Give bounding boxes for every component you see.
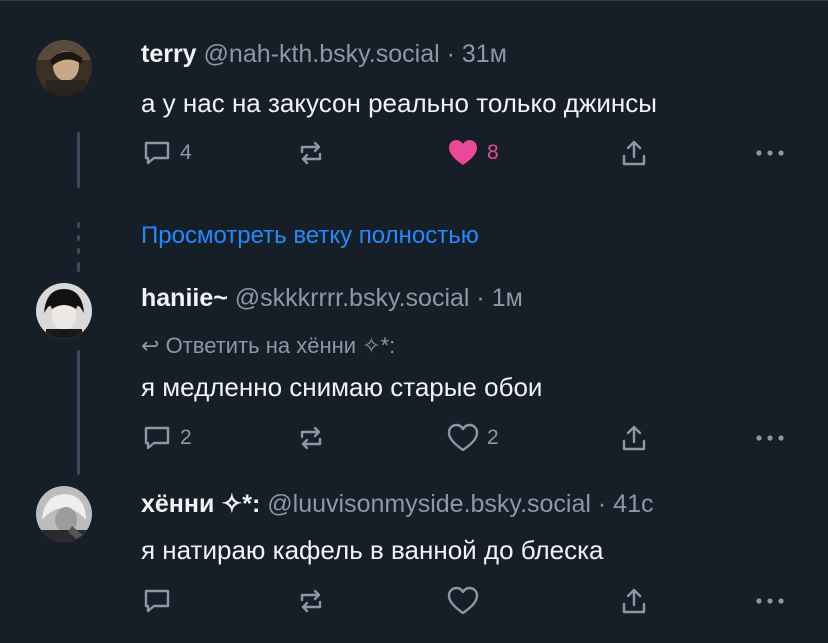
more-icon	[756, 598, 784, 604]
reply-icon	[144, 589, 170, 613]
like-button[interactable]	[447, 581, 479, 621]
like-icon	[447, 586, 479, 615]
share-icon	[622, 588, 646, 614]
reply-button[interactable]	[142, 581, 172, 621]
timestamp[interactable]: 41с	[613, 490, 653, 518]
author-name[interactable]: хённи ✧*:	[141, 490, 260, 518]
post-text: я натираю кафель в ванной до блеска	[141, 535, 604, 565]
repost-button[interactable]	[296, 581, 326, 621]
share-button[interactable]	[620, 581, 648, 621]
post-actions	[0, 581, 828, 621]
separator: ·	[597, 490, 607, 518]
post-hyonni[interactable]: хённи ✧*: @luuvisonmyside.bsky.social · …	[0, 0, 828, 643]
repost-icon	[300, 589, 322, 613]
more-options-button[interactable]	[754, 581, 786, 621]
avatar[interactable]	[36, 486, 92, 542]
author-handle[interactable]: @luuvisonmyside.bsky.social	[267, 490, 591, 518]
post-header: хённи ✧*: @luuvisonmyside.bsky.social · …	[141, 489, 653, 519]
